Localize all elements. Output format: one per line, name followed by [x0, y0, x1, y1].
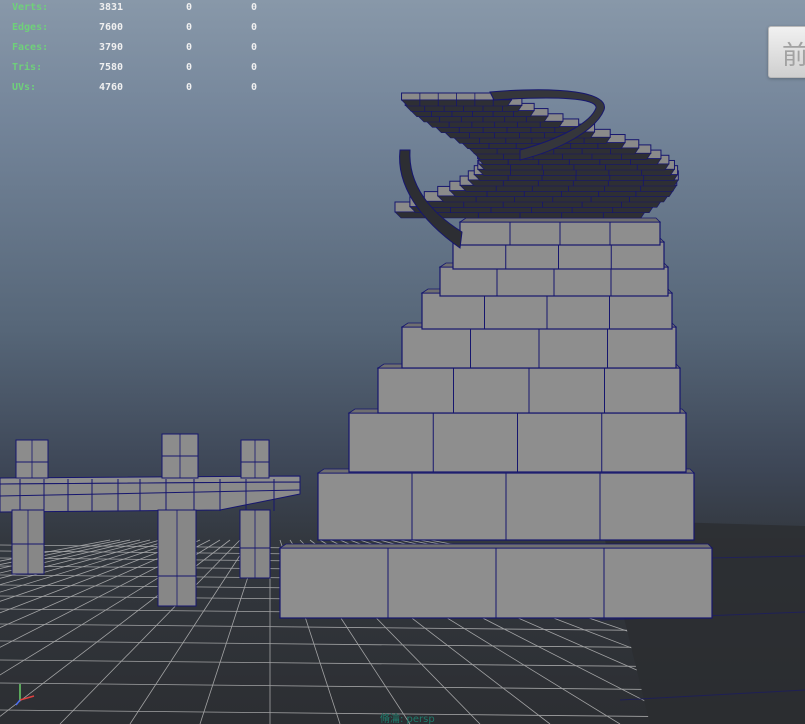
stat-label: Edges: — [12, 22, 49, 33]
stat-label: Verts: — [12, 2, 49, 13]
stat-label: Faces: — [12, 42, 49, 53]
stat-total: 7580 — [99, 62, 124, 73]
stat-total: 3790 — [99, 42, 124, 53]
bridge-railing-mesh[interactable] — [0, 433, 301, 607]
bridge-deck-front — [0, 481, 301, 513]
bridge-leg — [11, 509, 45, 575]
stair-step — [376, 363, 681, 414]
3d-viewport[interactable]: Verts: 3831 0 0 Edges: 7600 0 0 Faces: 3790 0 0 Tris… — [0, 0, 805, 724]
stat-selection-extra: 0 — [251, 62, 258, 73]
bridge-post — [15, 439, 49, 479]
bridge-post — [240, 439, 270, 479]
stair-step — [316, 468, 695, 541]
stair-step — [400, 322, 677, 369]
stat-selected: 0 — [186, 62, 193, 73]
stat-selected: 0 — [186, 2, 193, 13]
stat-label: UVs: — [12, 82, 37, 93]
stair-step — [347, 408, 687, 473]
bridge-post — [161, 433, 199, 479]
stat-selection-extra: 0 — [251, 2, 258, 13]
stat-selection-extra: 0 — [251, 82, 258, 93]
stat-selection-extra: 0 — [251, 22, 258, 33]
stat-selected: 0 — [186, 22, 193, 33]
scene-canvas[interactable] — [0, 0, 805, 724]
stat-selected: 0 — [186, 82, 193, 93]
stat-total: 3831 — [99, 2, 124, 13]
stat-label: Tris: — [12, 62, 43, 73]
view-cube[interactable]: 前 — [768, 26, 805, 78]
stat-selection-extra: 0 — [251, 42, 258, 53]
view-cube-front-label: 前 — [782, 41, 805, 71]
axis-gizmo-icon — [15, 684, 35, 706]
spiral-staircase-mesh[interactable] — [278, 89, 713, 619]
bridge-leg — [239, 509, 271, 579]
bridge-leg — [157, 509, 197, 607]
camera-name-label: 脩瀹: persp — [380, 714, 435, 724]
stat-selected: 0 — [186, 42, 193, 53]
stat-total: 7600 — [99, 22, 124, 33]
stair-step — [278, 543, 713, 619]
poly-count-hud: Verts: 3831 0 0 Edges: 7600 0 0 Faces: 3790 0 0 Tris… — [0, 0, 300, 100]
stair-step — [458, 217, 661, 246]
stat-total: 4760 — [99, 82, 124, 93]
